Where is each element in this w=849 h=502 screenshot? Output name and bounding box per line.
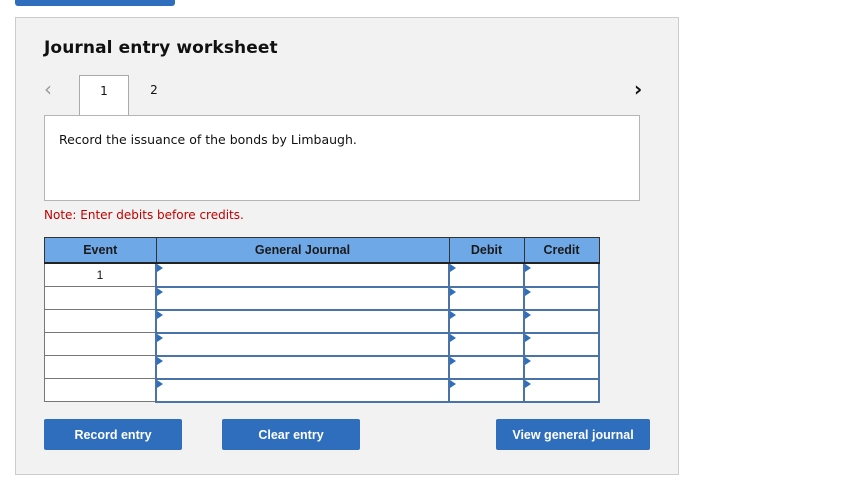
credit-field[interactable] — [523, 285, 600, 311]
top-accent-bar — [15, 0, 175, 6]
table-row: 1 — [44, 262, 600, 288]
header-credit: Credit — [523, 237, 600, 264]
event-cell — [44, 378, 157, 402]
debit-field[interactable] — [448, 331, 525, 357]
header-debit: Debit — [448, 237, 525, 264]
table-row — [44, 308, 600, 334]
table-header-row: Event General Journal Debit Credit — [44, 237, 600, 264]
table-row — [44, 331, 600, 357]
debit-field[interactable] — [448, 354, 525, 380]
header-general-journal: General Journal — [155, 237, 450, 264]
note-text: Note: Enter debits before credits. — [44, 208, 244, 222]
debit-field[interactable] — [448, 285, 525, 311]
table-row — [44, 377, 600, 403]
event-cell — [44, 309, 157, 333]
view-general-journal-button[interactable]: View general journal — [496, 419, 650, 450]
credit-field[interactable] — [523, 331, 600, 357]
table-row — [44, 285, 600, 311]
credit-field[interactable] — [523, 262, 600, 288]
chevron-left-icon[interactable]: ‹ — [44, 79, 60, 99]
credit-field[interactable] — [523, 308, 600, 334]
account-field[interactable] — [155, 262, 450, 288]
account-field[interactable] — [155, 331, 450, 357]
credit-field[interactable] — [523, 354, 600, 380]
credit-field[interactable] — [523, 377, 600, 403]
prompt-text: Record the issuance of the bonds by Limb… — [59, 132, 357, 147]
account-field[interactable] — [155, 285, 450, 311]
header-event: Event — [44, 237, 157, 264]
debit-field[interactable] — [448, 377, 525, 403]
account-field[interactable] — [155, 354, 450, 380]
tab-2[interactable]: 2 — [129, 75, 179, 115]
worksheet-title: Journal entry worksheet — [44, 38, 278, 58]
account-field[interactable] — [155, 377, 450, 403]
debit-field[interactable] — [448, 262, 525, 288]
event-cell: 1 — [44, 262, 157, 287]
prompt-box: Record the issuance of the bonds by Limb… — [44, 115, 640, 201]
account-field[interactable] — [155, 308, 450, 334]
table-row — [44, 354, 600, 380]
chevron-right-icon[interactable]: › — [634, 79, 650, 99]
journal-entry-worksheet-panel: Journal entry worksheet ‹ 1 2 › Record t… — [15, 17, 679, 475]
event-cell — [44, 332, 157, 356]
record-entry-button[interactable]: Record entry — [44, 419, 182, 450]
event-cell — [44, 355, 157, 379]
debit-field[interactable] — [448, 308, 525, 334]
clear-entry-button[interactable]: Clear entry — [222, 419, 360, 450]
tab-1[interactable]: 1 — [79, 75, 129, 115]
journal-table: Event General Journal Debit Credit 1 — [44, 237, 600, 403]
event-cell — [44, 286, 157, 310]
